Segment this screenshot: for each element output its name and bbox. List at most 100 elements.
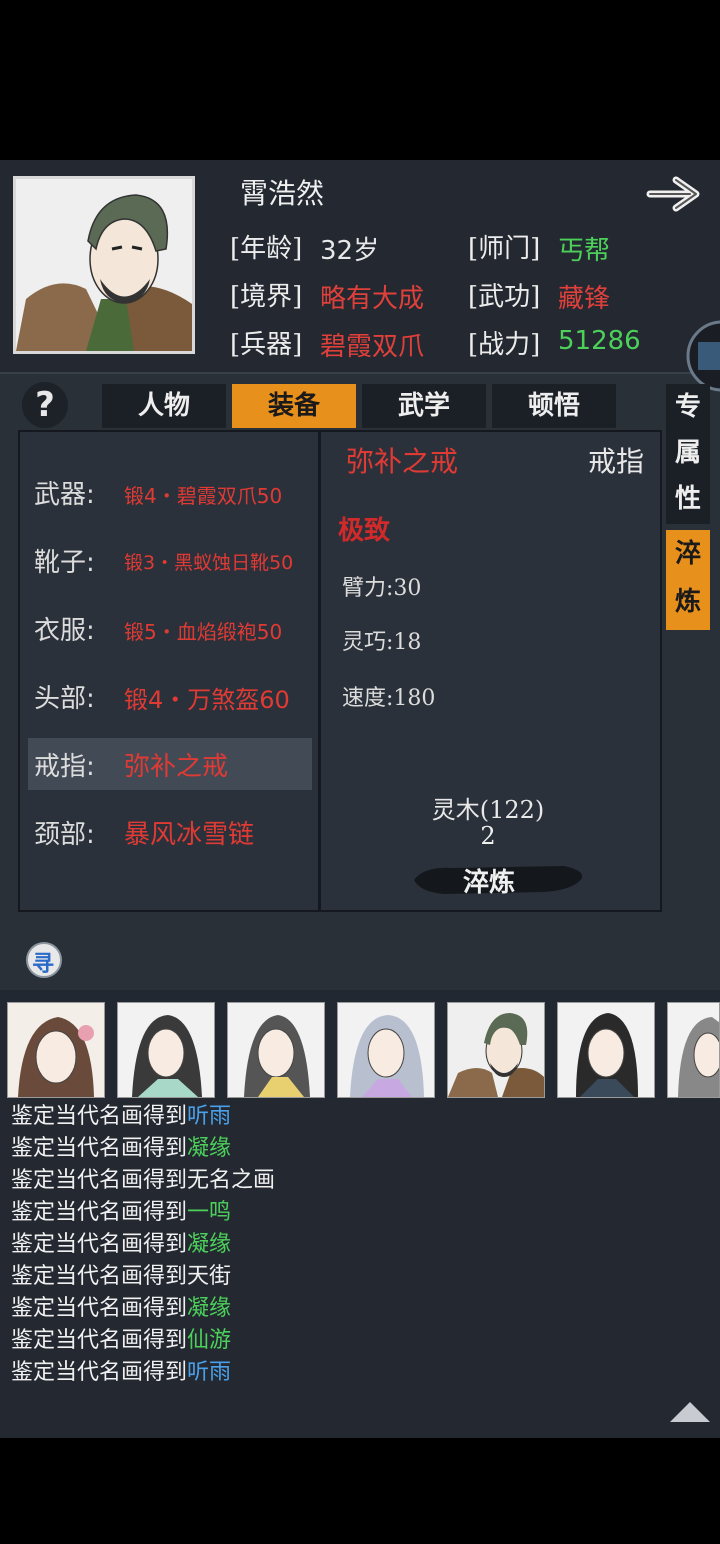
help-button[interactable]: ? xyxy=(22,382,68,428)
slot-label: 衣服: xyxy=(34,616,95,646)
side-tab-char: 性 xyxy=(674,484,701,514)
avatar-illustration xyxy=(8,1003,104,1097)
log-painting: 凝缘 xyxy=(187,1136,232,1161)
slot-item: 锻4・碧霞双爪50 xyxy=(124,484,283,508)
equip-slot-neck[interactable]: 颈部: 暴风冰雪链 xyxy=(28,806,312,858)
log-prefix: 鉴定当代名画得到 xyxy=(11,1296,188,1321)
item-type: 戒指 xyxy=(588,445,645,478)
avatar-illustration xyxy=(448,1003,544,1097)
side-tab-char: 属 xyxy=(674,438,701,468)
log-painting: 凝缘 xyxy=(187,1232,232,1257)
avatar-illustration xyxy=(338,1003,434,1097)
avatar-illustration xyxy=(668,1003,719,1097)
slot-label: 武器: xyxy=(34,480,95,510)
roster-avatar[interactable] xyxy=(557,1002,655,1098)
equip-slot-ring[interactable]: 戒指: 弥补之戒 xyxy=(28,738,312,790)
log-line: 鉴定当代名画得到仙游 xyxy=(11,1322,231,1354)
slot-item: 暴风冰雪链 xyxy=(124,820,255,850)
refine-material-cost: 2 xyxy=(480,822,496,850)
slot-item: 锻4・万煞盔60 xyxy=(124,686,290,714)
seek-icon[interactable]: 寻 xyxy=(24,940,64,980)
item-name: 弥补之戒 xyxy=(346,445,459,478)
log-painting: 仙游 xyxy=(187,1328,232,1353)
event-log[interactable]: 鉴定当代名画得到听雨 鉴定当代名画得到凝缘 鉴定当代名画得到无名之画 鉴定当代名… xyxy=(0,1098,720,1438)
log-line: 鉴定当代名画得到一鸣 xyxy=(11,1194,231,1226)
game-screen: 霄浩然 [年龄] 32岁 [师门] 丐帮 [境界] 略有大成 [武功] 藏锋 [… xyxy=(0,0,720,1544)
log-line: 鉴定当代名画得到无名之画 xyxy=(11,1162,275,1194)
age-label: [年龄] xyxy=(230,234,303,264)
roster-avatar[interactable] xyxy=(7,1002,105,1098)
slot-label: 颈部: xyxy=(34,820,95,850)
log-line: 鉴定当代名画得到凝缘 xyxy=(11,1290,231,1322)
log-line: 鉴定当代名画得到凝缘 xyxy=(11,1226,231,1258)
top-blank-area xyxy=(0,0,720,160)
panel-divider xyxy=(318,430,321,912)
log-painting: 一鸣 xyxy=(187,1200,232,1225)
equip-slot-head[interactable]: 头部: 锻4・万煞盔60 xyxy=(28,670,312,722)
log-prefix: 鉴定当代名画得到 xyxy=(11,1200,188,1225)
roster-avatar[interactable] xyxy=(667,1002,720,1098)
power-value: 51286 xyxy=(558,326,641,356)
log-prefix: 鉴定当代名画得到 xyxy=(11,1328,188,1353)
side-tab-char: 淬 xyxy=(674,539,701,569)
equip-slot-boots[interactable]: 靴子: 锻3・黑蚁蚀日靴50 xyxy=(28,534,312,586)
side-tab-char: 炼 xyxy=(674,587,701,617)
side-tab-char: 专 xyxy=(674,392,701,422)
seek-icon-glyph: 寻 xyxy=(32,951,55,977)
refine-button[interactable]: 淬炼 xyxy=(414,862,564,899)
avatar-illustration xyxy=(558,1003,654,1097)
slot-label: 头部: xyxy=(34,684,95,714)
roster-avatar[interactable] xyxy=(337,1002,435,1098)
sect-label: [师门] xyxy=(468,234,541,264)
log-prefix: 鉴定当代名画得到 xyxy=(11,1104,188,1129)
power-label: [战力] xyxy=(468,330,541,360)
weapon-label: [兵器] xyxy=(230,330,303,360)
character-portrait[interactable] xyxy=(13,176,195,354)
log-painting: 天街 xyxy=(187,1264,232,1289)
log-prefix: 鉴定当代名画得到 xyxy=(11,1264,188,1289)
roster-avatar[interactable] xyxy=(447,1002,545,1098)
skill-value: 藏锋 xyxy=(558,284,611,314)
log-line: 鉴定当代名画得到听雨 xyxy=(11,1354,231,1386)
portrait-illustration xyxy=(16,179,192,351)
side-emblem-icon[interactable] xyxy=(682,320,720,392)
skill-label: [武功] xyxy=(468,282,541,312)
weapon-value: 碧霞双爪 xyxy=(320,332,425,362)
log-painting: 听雨 xyxy=(187,1104,232,1129)
equip-slot-clothes[interactable]: 衣服: 锻5・血焰缎袍50 xyxy=(28,602,312,654)
roster-avatar[interactable] xyxy=(227,1002,325,1098)
log-line: 鉴定当代名画得到凝缘 xyxy=(11,1130,231,1162)
roster-avatar[interactable] xyxy=(117,1002,215,1098)
tab-equipment[interactable]: 装备 xyxy=(232,384,356,428)
slot-label: 戒指: xyxy=(34,752,95,782)
log-prefix: 鉴定当代名画得到 xyxy=(11,1168,188,1193)
avatar-illustration xyxy=(228,1003,324,1097)
log-painting: 听雨 xyxy=(187,1360,232,1385)
item-stat: 臂力:30 xyxy=(342,576,422,601)
item-stat: 灵巧:18 xyxy=(342,630,422,655)
age-value: 32岁 xyxy=(320,236,380,266)
log-painting: 无名之画 xyxy=(187,1168,276,1193)
slot-item: 锻3・黑蚁蚀日靴50 xyxy=(124,552,294,574)
equip-slot-weapon[interactable]: 武器: 锻4・碧霞双爪50 xyxy=(28,466,312,518)
log-line: 鉴定当代名画得到听雨 xyxy=(11,1098,231,1130)
item-stat: 速度:180 xyxy=(342,686,436,711)
side-tab-refine[interactable]: 淬 炼 xyxy=(666,530,710,630)
next-arrow-icon[interactable] xyxy=(646,172,710,216)
tab-character[interactable]: 人物 xyxy=(102,384,226,428)
slot-item: 锻5・血焰缎袍50 xyxy=(124,620,283,644)
tab-martial-arts[interactable]: 武学 xyxy=(362,384,486,428)
bottom-blank-area xyxy=(0,1438,720,1544)
expand-up-icon[interactable] xyxy=(668,1400,712,1424)
log-prefix: 鉴定当代名画得到 xyxy=(11,1360,188,1385)
log-painting: 凝缘 xyxy=(187,1296,232,1321)
sect-value: 丐帮 xyxy=(558,236,611,266)
character-name: 霄浩然 xyxy=(240,177,325,210)
side-tab-exclusive-attribute[interactable]: 专 属 性 xyxy=(666,384,710,524)
realm-label: [境界] xyxy=(230,282,303,312)
tab-enlightenment[interactable]: 顿悟 xyxy=(492,384,616,428)
realm-value: 略有大成 xyxy=(320,284,425,314)
slot-item: 弥补之戒 xyxy=(124,752,229,782)
log-prefix: 鉴定当代名画得到 xyxy=(11,1232,188,1257)
avatar-illustration xyxy=(118,1003,214,1097)
